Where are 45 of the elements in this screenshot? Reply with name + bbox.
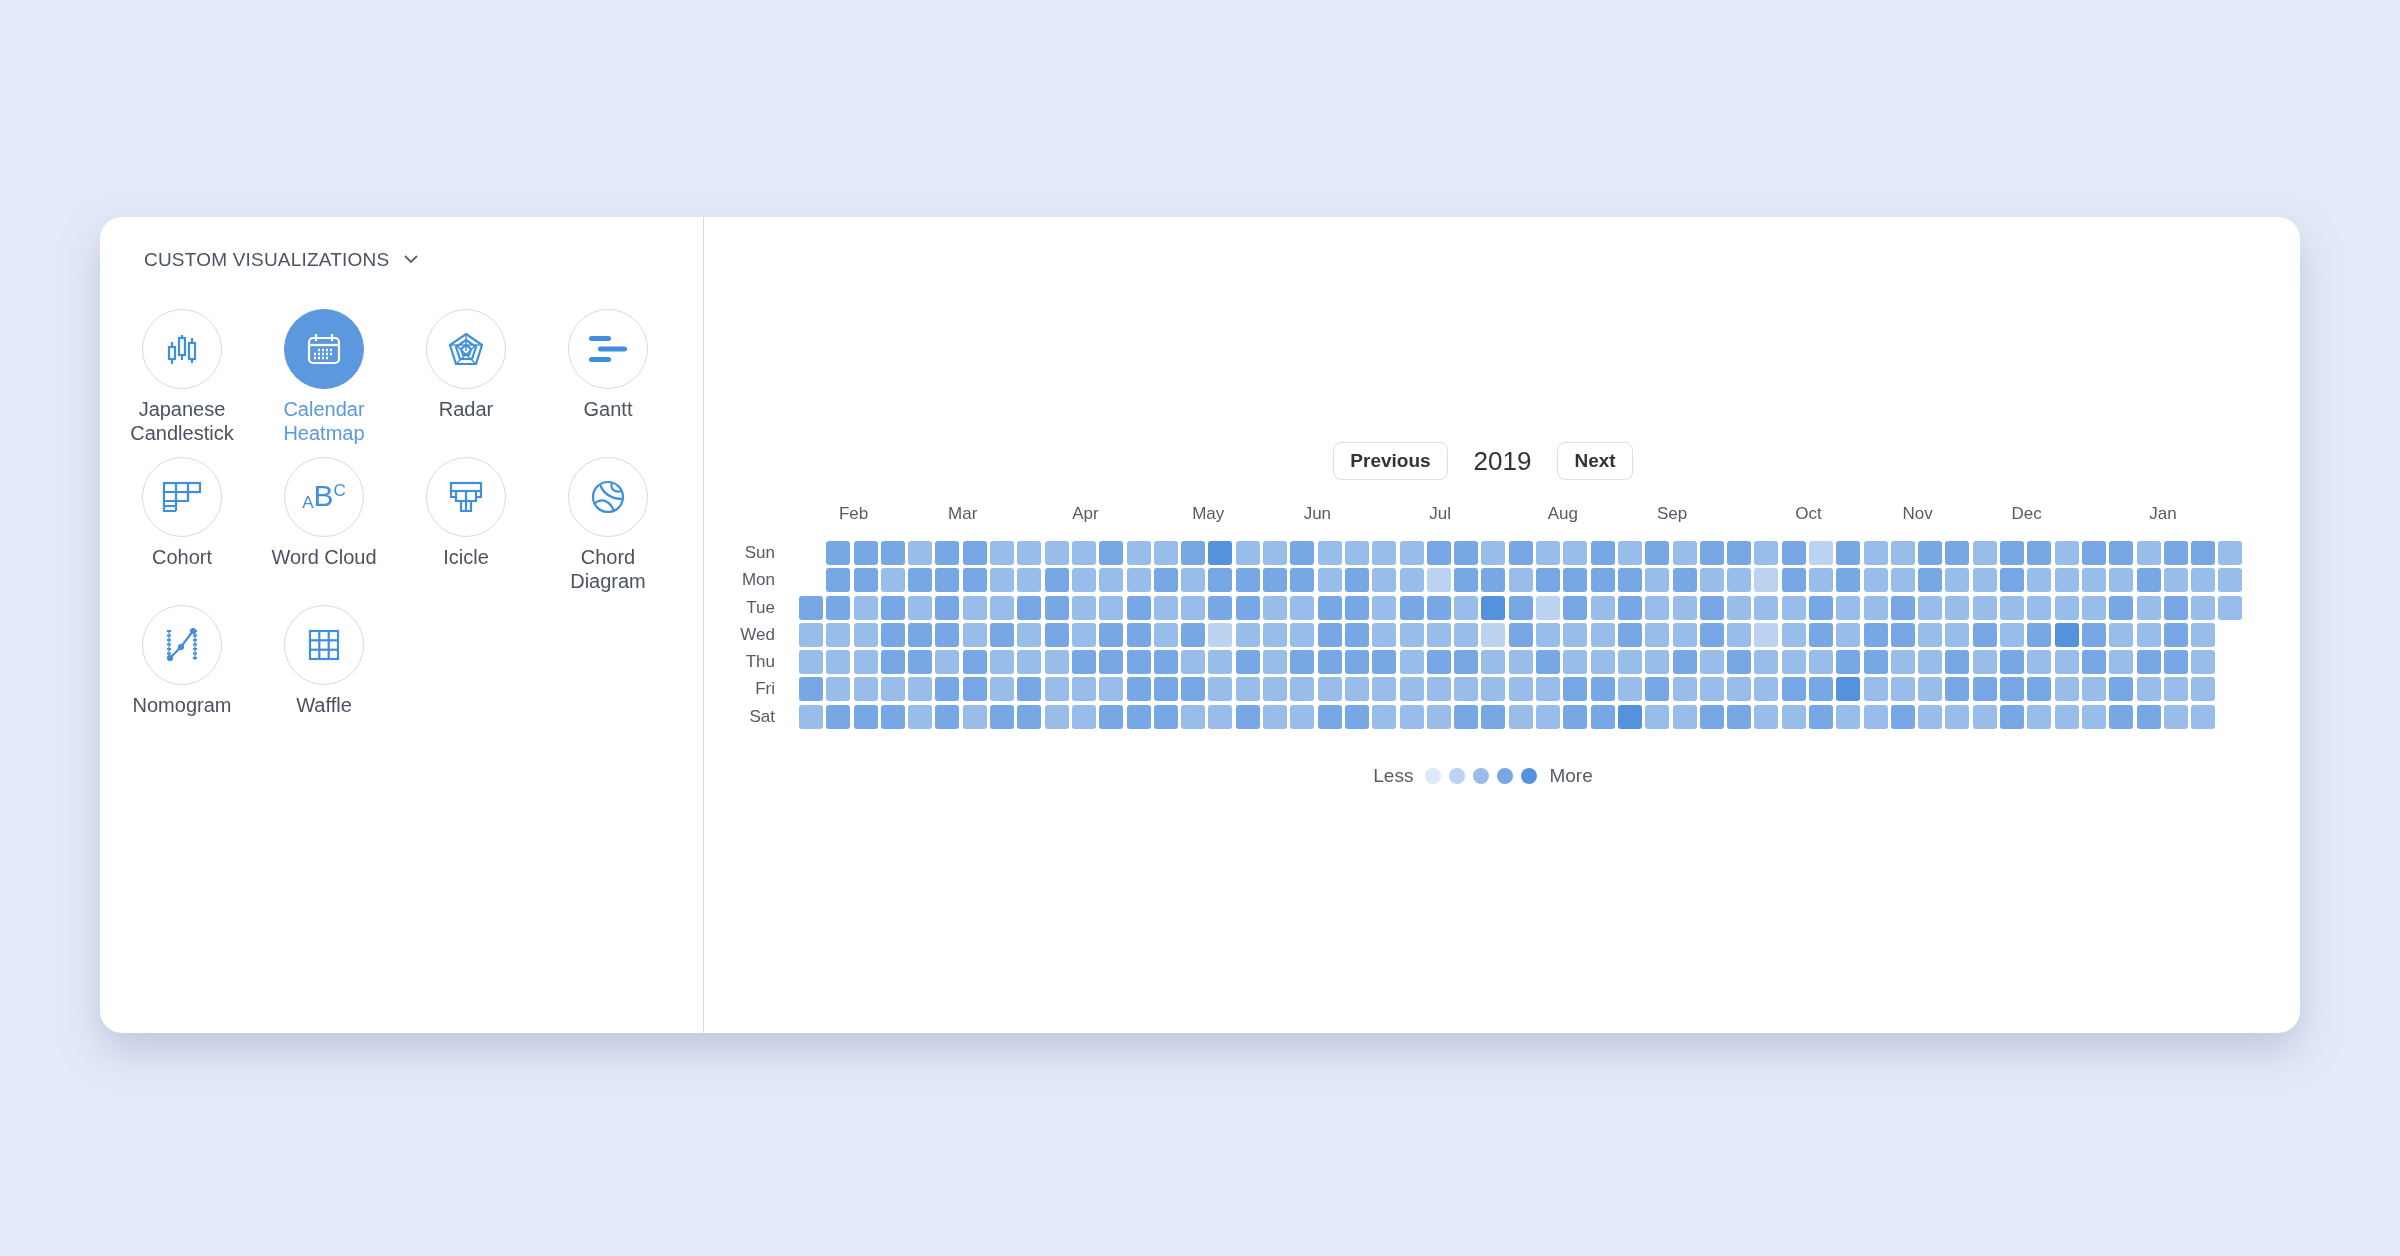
weekday-label: Wed — [739, 623, 775, 646]
chart-type-label: Calendar Heatmap — [282, 397, 366, 445]
chart-type-label: Icicle — [442, 545, 490, 569]
month-label: Jul — [1428, 504, 1452, 525]
cohort-icon — [162, 481, 202, 513]
month-label: Sep — [1655, 504, 1689, 525]
nomogram-icon — [165, 627, 199, 663]
month-label: Apr — [1071, 504, 1100, 525]
chart-type-label: Waffle — [295, 693, 353, 717]
month-label: Jan — [2148, 504, 2178, 525]
weekday-label: Fri — [754, 678, 775, 701]
month-label: Mar — [947, 504, 979, 525]
chart-type-label: Radar — [437, 397, 495, 421]
waffle-icon — [308, 629, 340, 661]
weekday-label: Sat — [748, 705, 775, 728]
previous-button[interactable]: Previous — [1333, 442, 1448, 480]
icicle-icon — [449, 481, 483, 513]
month-label: Jun — [1302, 504, 1333, 525]
legend-less-label: Less — [1373, 764, 1414, 787]
month-label: Feb — [837, 504, 870, 525]
month-label: May — [1191, 504, 1226, 525]
chart-type-label: Chord Diagram — [569, 545, 647, 593]
month-label: Aug — [1546, 504, 1579, 525]
chart-type-label: Word Cloud — [270, 545, 378, 569]
weekday-label: Tue — [745, 596, 775, 619]
section-dropdown[interactable]: CUSTOM VISUALIZATIONS — [144, 249, 420, 271]
weekday-label: Sun — [743, 542, 775, 564]
chart-type-label: Japanese Candlestick — [129, 397, 235, 445]
chart-type-button[interactable]: $_{A}$B$^{C}$ — [284, 457, 364, 537]
radar-icon — [448, 332, 484, 366]
month-label: Oct — [1794, 504, 1823, 525]
weekday-label: Mon — [740, 569, 775, 592]
chart-type-label: Nomogram — [131, 693, 233, 717]
gantt-icon — [588, 335, 628, 363]
month-label: Nov — [1901, 504, 1934, 525]
month-label: Dec — [2010, 504, 2043, 525]
word-cloud-icon: $_{A}$B$^{C}$ — [302, 476, 346, 518]
next-button[interactable]: Next — [1557, 442, 1633, 480]
weekday-label: Thu — [744, 651, 775, 674]
chart-type-label: Cohort — [151, 545, 213, 569]
calendar-icon — [306, 332, 342, 366]
chord-icon — [590, 479, 626, 515]
legend-more-label: More — [1549, 764, 1593, 787]
chart-type-label: Gantt — [582, 397, 634, 421]
year-label: 2019 — [1473, 445, 1532, 477]
